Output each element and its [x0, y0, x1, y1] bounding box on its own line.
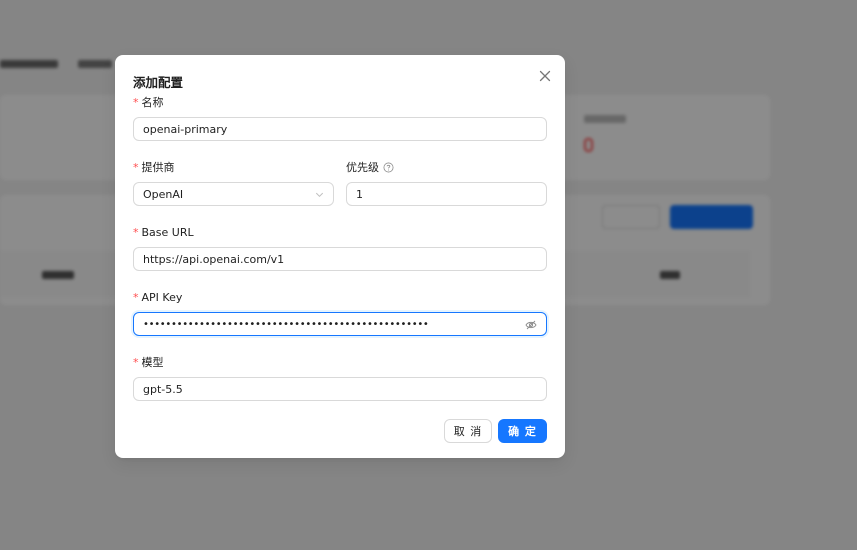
modal-title: 添加配置: [133, 75, 184, 90]
priority-label-text: 优先级: [346, 161, 379, 174]
base-url-input[interactable]: https://api.openai.com/v1: [133, 247, 547, 271]
provider-label-text: 提供商: [141, 161, 175, 174]
priority-label: 优先级: [346, 160, 394, 174]
base-url-input-value: https://api.openai.com/v1: [143, 252, 285, 266]
priority-input-value: 1: [356, 187, 363, 201]
eye-invisible-icon[interactable]: [525, 319, 537, 331]
api-key-input[interactable]: ••••••••••••••••••••••••••••••••••••••••…: [133, 312, 547, 336]
cancel-button[interactable]: 取 消: [444, 419, 492, 443]
base-url-label-text: Base URL: [141, 225, 194, 239]
base-url-label: * Base URL: [133, 225, 194, 239]
name-input[interactable]: openai-primary: [133, 117, 547, 141]
name-input-value: openai-primary: [143, 122, 228, 136]
model-input[interactable]: gpt-5.5: [133, 377, 547, 401]
close-button[interactable]: [537, 68, 553, 84]
ok-button[interactable]: 确 定: [498, 419, 547, 443]
chevron-down-icon: [314, 189, 325, 200]
api-key-label-text: API Key: [141, 290, 183, 304]
question-circle-icon[interactable]: [383, 162, 394, 173]
close-icon: [537, 69, 553, 88]
required-mark: *: [133, 290, 139, 304]
required-mark: *: [133, 95, 139, 109]
model-label: * 模型: [133, 355, 164, 370]
priority-input[interactable]: 1: [346, 182, 547, 206]
provider-label: * 提供商: [133, 160, 175, 175]
add-config-modal: 添加配置 * 名称 openai-primary * 提供商 OpenAI 优先…: [115, 55, 565, 458]
required-mark: *: [133, 225, 139, 239]
required-mark: *: [133, 160, 139, 174]
provider-select-value: OpenAI: [143, 187, 184, 201]
api-key-input-value: ••••••••••••••••••••••••••••••••••••••••…: [143, 318, 429, 330]
provider-select[interactable]: OpenAI: [133, 182, 334, 206]
model-label-text: 模型: [141, 356, 164, 369]
name-label: * 名称: [133, 95, 164, 110]
model-input-value: gpt-5.5: [143, 382, 183, 396]
required-mark: *: [133, 355, 139, 369]
api-key-label: * API Key: [133, 290, 182, 304]
name-label-text: 名称: [141, 96, 164, 109]
